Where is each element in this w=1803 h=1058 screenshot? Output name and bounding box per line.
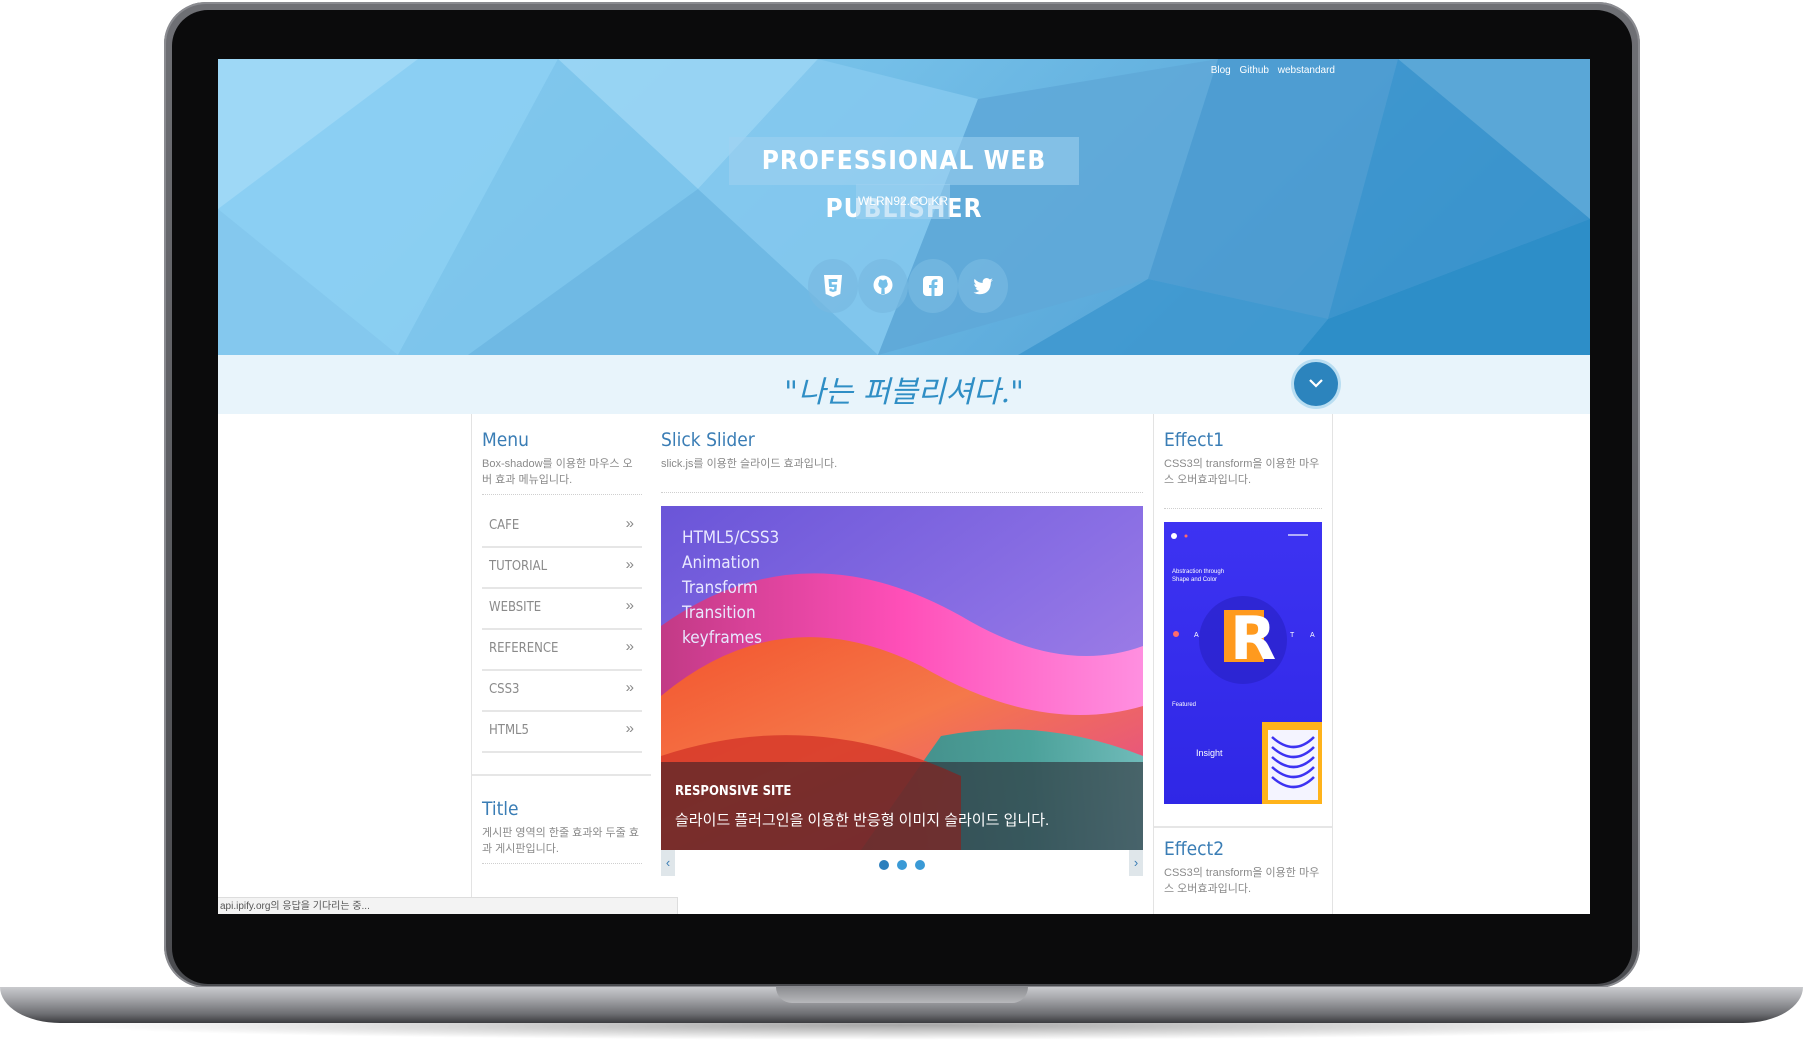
- poster-featured: Featured: [1172, 702, 1197, 708]
- site-title[interactable]: PROFESSIONAL WEB PUBLISHER: [729, 137, 1079, 224]
- html5-icon: [824, 275, 842, 297]
- facebook-icon: [923, 276, 943, 296]
- divider: [1164, 508, 1322, 509]
- poster-side-right2: A: [1310, 632, 1315, 639]
- slide-image[interactable]: HTML5/CSS3 Animation Transform Transitio…: [661, 506, 1143, 850]
- menu-item-label: REFERENCE: [489, 641, 559, 656]
- pagination-dot-2[interactable]: [897, 860, 907, 870]
- menu-item-html5[interactable]: HTML5 »: [482, 711, 642, 753]
- slide-line: Transform: [682, 578, 758, 598]
- section-divider: [472, 774, 652, 776]
- pagination-dot-1[interactable]: [879, 860, 889, 870]
- caption-text: 슬라이드 플러그인을 이용한 반응형 이미지 슬라이드 입니다.: [675, 812, 1050, 829]
- divider: [482, 494, 642, 495]
- facebook-link[interactable]: [908, 259, 958, 313]
- top-links: Blog Github webstandard: [1205, 65, 1335, 76]
- menu-item-label: CAFE: [489, 518, 520, 533]
- pagination-dot-3[interactable]: [915, 860, 925, 870]
- menu-item-label: CSS3: [489, 682, 520, 697]
- effect2-title: Effect2: [1164, 838, 1225, 860]
- menu-item-label: TUTORIAL: [489, 559, 548, 574]
- board-desc: 게시판 영역의 한줄 효과와 두줄 효과 게시판입니다.: [482, 827, 639, 855]
- browser-viewport: Blog Github webstandard PROFESSIONAL WEB…: [218, 59, 1590, 914]
- double-chevron-right-icon: »: [625, 597, 634, 614]
- slider-column: Slick Slider slick.js를 이용한 슬라이드 효과입니다. H…: [651, 414, 1154, 914]
- twitter-icon: [973, 278, 993, 295]
- double-chevron-right-icon: »: [625, 515, 634, 532]
- quote-text: "나는 퍼블리셔다.": [784, 375, 1024, 410]
- poster-heading: Abstraction through Shape and Color: [1172, 569, 1225, 583]
- poster-side-right1: T: [1290, 632, 1295, 639]
- slide-line: keyframes: [682, 628, 763, 648]
- menu-item-tutorial[interactable]: TUTORIAL »: [482, 547, 642, 589]
- laptop-notch: [776, 987, 1028, 1003]
- slider-desc: slick.js를 이용한 슬라이드 효과입니다.: [661, 458, 838, 470]
- poster-insight: Insight: [1196, 748, 1223, 758]
- effect1-thumbnail[interactable]: Abstraction through Shape and Color R A …: [1164, 522, 1322, 804]
- effect2-desc: CSS3의 transform을 이용한 마우스 오버효과입니다.: [1164, 867, 1320, 895]
- html5-link[interactable]: [808, 259, 858, 313]
- effect1-desc: CSS3의 transform을 이용한 마우스 오버효과입니다.: [1164, 458, 1320, 486]
- slide-feature-list: HTML5/CSS3 Animation Transform Transitio…: [682, 526, 779, 651]
- blog-link[interactable]: Blog: [1211, 65, 1231, 76]
- menu-item-website[interactable]: WEBSITE »: [482, 588, 642, 630]
- slider-next-button[interactable]: ›: [1129, 850, 1143, 876]
- divider: [661, 492, 1143, 493]
- menu-item-label: HTML5: [489, 723, 529, 738]
- twitter-link[interactable]: [958, 259, 1008, 313]
- double-chevron-right-icon: »: [625, 556, 634, 573]
- poster-side-left: A: [1194, 632, 1199, 639]
- scroll-down-button[interactable]: [1294, 362, 1338, 406]
- divider: [482, 863, 642, 864]
- github-link[interactable]: Github: [1239, 65, 1268, 76]
- double-chevron-right-icon: »: [625, 720, 634, 737]
- slide-line: Transition: [682, 603, 756, 623]
- menu-item-reference[interactable]: REFERENCE »: [482, 629, 642, 671]
- slider-title: Slick Slider: [661, 429, 755, 451]
- slider-prev-button[interactable]: ‹: [661, 850, 675, 876]
- effect1-title: Effect1: [1164, 429, 1225, 451]
- quote-bar: "나는 퍼블리셔다.": [218, 355, 1590, 414]
- board-title: Title: [482, 798, 519, 820]
- site-url[interactable]: WLRN92.CO.KR: [856, 184, 950, 219]
- menu-item-cafe[interactable]: CAFE »: [482, 506, 642, 548]
- webstandard-link[interactable]: webstandard: [1278, 65, 1335, 76]
- menu-column: Menu Box-shadow를 이용한 마우스 오버 효과 메뉴입니다. CA…: [471, 414, 653, 914]
- github-link-icon-btn[interactable]: [858, 259, 908, 313]
- poster-letter: R: [1230, 604, 1277, 674]
- browser-status-bar: api.ipify.org의 응답을 기다리는 중...: [218, 897, 678, 914]
- github-icon: [873, 275, 893, 295]
- double-chevron-right-icon: »: [625, 679, 634, 696]
- effect-column: Effect1 CSS3의 transform을 이용한 마우스 오버효과입니다…: [1153, 414, 1333, 914]
- hero-header: Blog Github webstandard PROFESSIONAL WEB…: [218, 59, 1590, 355]
- double-chevron-right-icon: »: [625, 638, 634, 655]
- menu-item-css3[interactable]: CSS3 »: [482, 670, 642, 712]
- menu-item-label: WEBSITE: [489, 600, 542, 615]
- slide-caption: RESPONSIVE SITE 슬라이드 플러그인을 이용한 반응형 이미지 슬…: [661, 762, 1143, 850]
- menu-title: Menu: [482, 429, 529, 451]
- chevron-down-icon: [1309, 379, 1323, 388]
- slide-line: HTML5/CSS3: [682, 528, 780, 548]
- menu-desc: Box-shadow를 이용한 마우스 오버 효과 메뉴입니다.: [482, 458, 633, 486]
- section-divider: [1154, 826, 1332, 828]
- slide-line: Animation: [682, 553, 760, 573]
- caption-title: RESPONSIVE SITE: [675, 784, 792, 799]
